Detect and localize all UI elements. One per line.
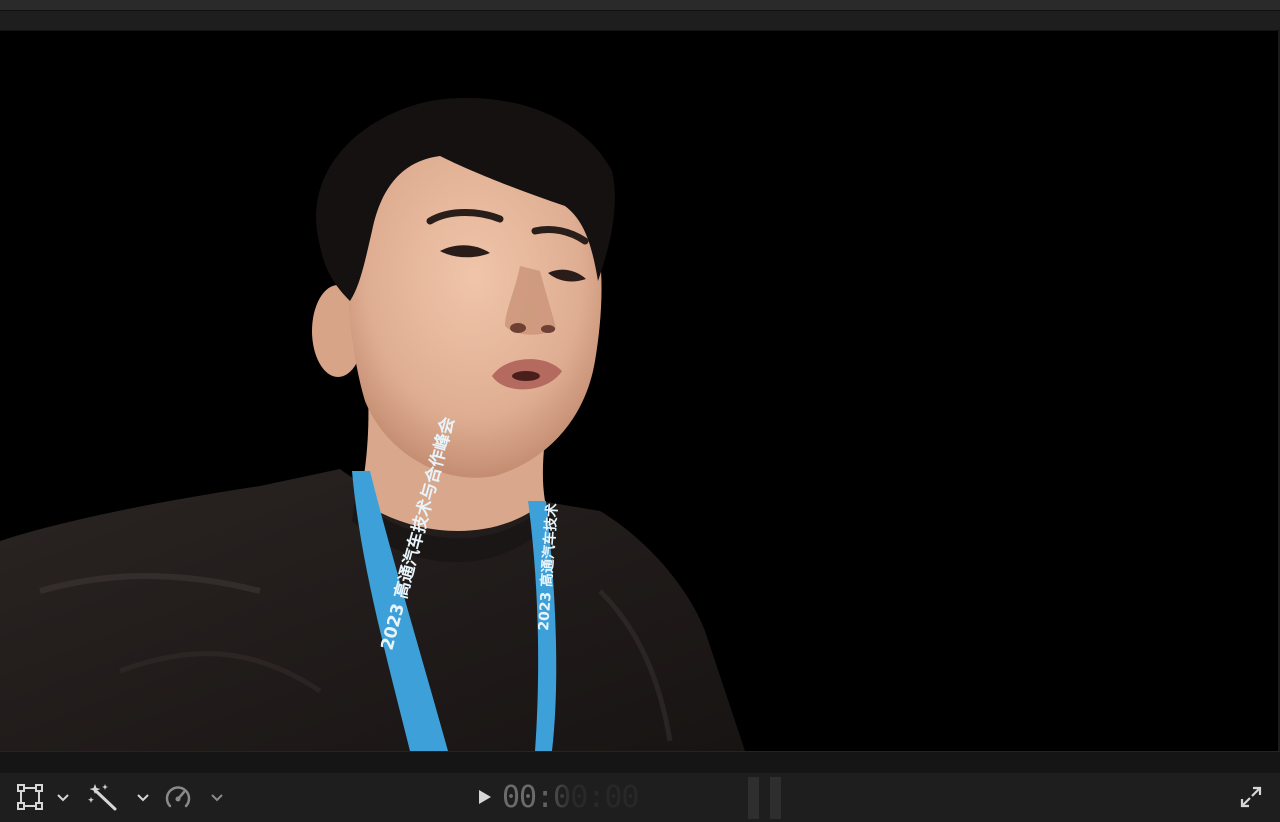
enhance-tool-button[interactable]	[86, 781, 120, 813]
viewer-toolbar: 00:00:00	[0, 773, 1280, 822]
magic-wand-icon	[88, 784, 117, 811]
play-icon	[479, 790, 491, 804]
top-window-strip	[0, 0, 1280, 11]
video-viewer[interactable]: 2023 高通汽车技术与合作峰会 2023 高通汽车技术	[0, 31, 1278, 751]
fullscreen-icon	[1240, 786, 1262, 808]
video-editor-viewer-window: 2023 高通汽车技术与合作峰会 2023 高通汽车技术	[0, 0, 1280, 822]
person-nostril	[541, 325, 555, 333]
play-button[interactable]	[470, 781, 498, 813]
viewer-header-bar	[0, 11, 1280, 31]
speed-dropdown-button[interactable]	[208, 781, 226, 813]
chevron-down-icon	[137, 794, 149, 802]
video-frame: 2023 高通汽车技术与合作峰会 2023 高通汽车技术	[0, 97, 745, 751]
transform-dropdown-button[interactable]	[54, 781, 72, 813]
timecode-redaction	[540, 779, 750, 817]
enhance-dropdown-button[interactable]	[134, 781, 152, 813]
chevron-down-icon	[57, 794, 69, 802]
speed-tool-button[interactable]	[162, 781, 194, 813]
person-nostril	[510, 323, 526, 333]
transform-tool-button[interactable]	[14, 781, 46, 813]
person-mouth-open	[512, 371, 540, 381]
chevron-down-icon	[211, 794, 223, 802]
transform-icon	[17, 784, 43, 810]
playhead-bars-decoration	[748, 777, 784, 819]
scrub-bar[interactable]	[0, 751, 1280, 774]
speedometer-icon	[165, 786, 191, 808]
fullscreen-button[interactable]	[1236, 781, 1266, 813]
